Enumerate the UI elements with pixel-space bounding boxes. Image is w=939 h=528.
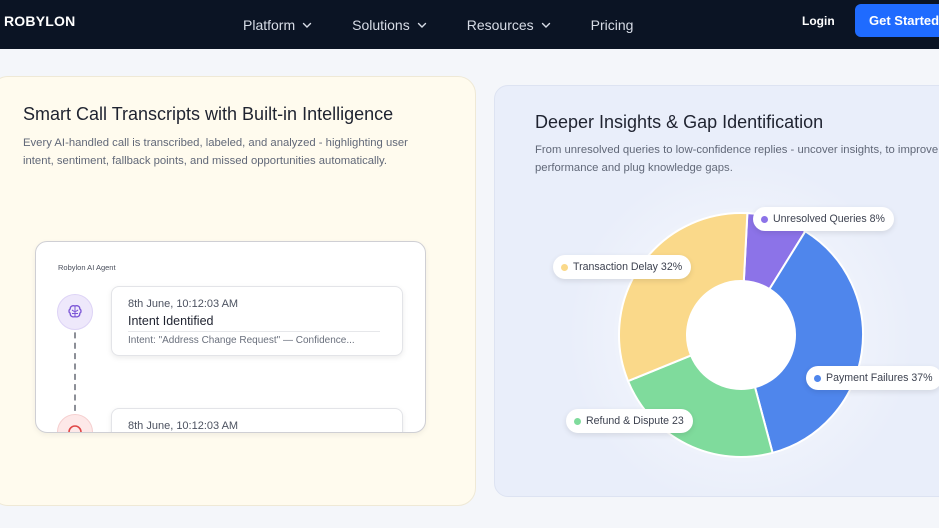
pill-transaction-delay: Transaction Delay 32% bbox=[553, 255, 692, 279]
event-divider bbox=[128, 331, 380, 332]
pill-unresolved-queries: Unresolved Queries 8% bbox=[753, 207, 894, 231]
pill-label: Unresolved Queries 8% bbox=[773, 213, 885, 225]
nav-link-solutions[interactable]: Solutions bbox=[352, 17, 428, 33]
nav-link-pricing[interactable]: Pricing bbox=[591, 17, 634, 33]
pill-label: Refund & Dispute 23 bbox=[586, 415, 684, 427]
donut-hole bbox=[687, 281, 795, 389]
get-started-button[interactable]: Get Started bbox=[855, 4, 939, 37]
event-detail: Intent: "Address Change Request" — Confi… bbox=[128, 335, 355, 346]
logo[interactable]: ROBYLON bbox=[4, 13, 75, 29]
transcripts-card-title: Smart Call Transcripts with Built-in Int… bbox=[23, 104, 394, 124]
nav-link-label: Platform bbox=[243, 16, 296, 33]
pill-refund-dispute: Refund & Dispute 23 bbox=[566, 409, 693, 433]
brain-icon bbox=[57, 294, 93, 330]
nav-link-platform[interactable]: Platform bbox=[243, 17, 313, 33]
login-link[interactable]: Login bbox=[802, 14, 835, 28]
nav-link-label: Resources bbox=[466, 16, 534, 33]
timeline-event[interactable]: 8th June, 10:12:03 AM Intent Identified … bbox=[111, 286, 403, 356]
nav-link-label: Solutions bbox=[352, 16, 410, 33]
timeline-event[interactable]: 8th June, 10:12:03 AM bbox=[111, 408, 403, 432]
event-time: 8th June, 10:12:03 AM bbox=[128, 420, 239, 432]
insights-card: Deeper Insights & Gap Identification Fro… bbox=[494, 85, 939, 497]
legend-dot bbox=[814, 374, 821, 382]
agent-label: Robylon AI Agent bbox=[58, 263, 116, 272]
pill-payment-failures: Payment Failures 37% bbox=[806, 366, 939, 390]
transcripts-card: Smart Call Transcripts with Built-in Int… bbox=[0, 76, 476, 506]
event-time: 8th June, 10:12:03 AM bbox=[128, 298, 239, 310]
nav-links: Platform Solutions Resources Pricing bbox=[243, 0, 672, 49]
nav-link-label: Pricing bbox=[590, 16, 634, 33]
chevron-down-icon bbox=[541, 22, 550, 28]
donut-chart bbox=[566, 160, 916, 496]
event-title: Intent Identified bbox=[128, 314, 214, 328]
chevron-down-icon bbox=[302, 22, 312, 28]
chevron-down-icon bbox=[417, 22, 426, 28]
legend-dot bbox=[561, 263, 568, 271]
alert-icon bbox=[57, 414, 93, 432]
agent-transcript-panel: Robylon AI Agent 8th June, 10:12:03 AM I… bbox=[35, 241, 426, 433]
pill-label: Payment Failures 37% bbox=[826, 372, 933, 384]
legend-dot bbox=[574, 417, 581, 425]
legend-dot bbox=[761, 215, 768, 223]
nav-link-resources[interactable]: Resources bbox=[467, 17, 552, 33]
pill-label: Transaction Delay 32% bbox=[573, 261, 683, 273]
top-nav: ROBYLON Platform Solutions Resources Pri… bbox=[0, 0, 939, 49]
transcripts-card-description: Every AI-handled call is transcribed, la… bbox=[23, 137, 408, 167]
